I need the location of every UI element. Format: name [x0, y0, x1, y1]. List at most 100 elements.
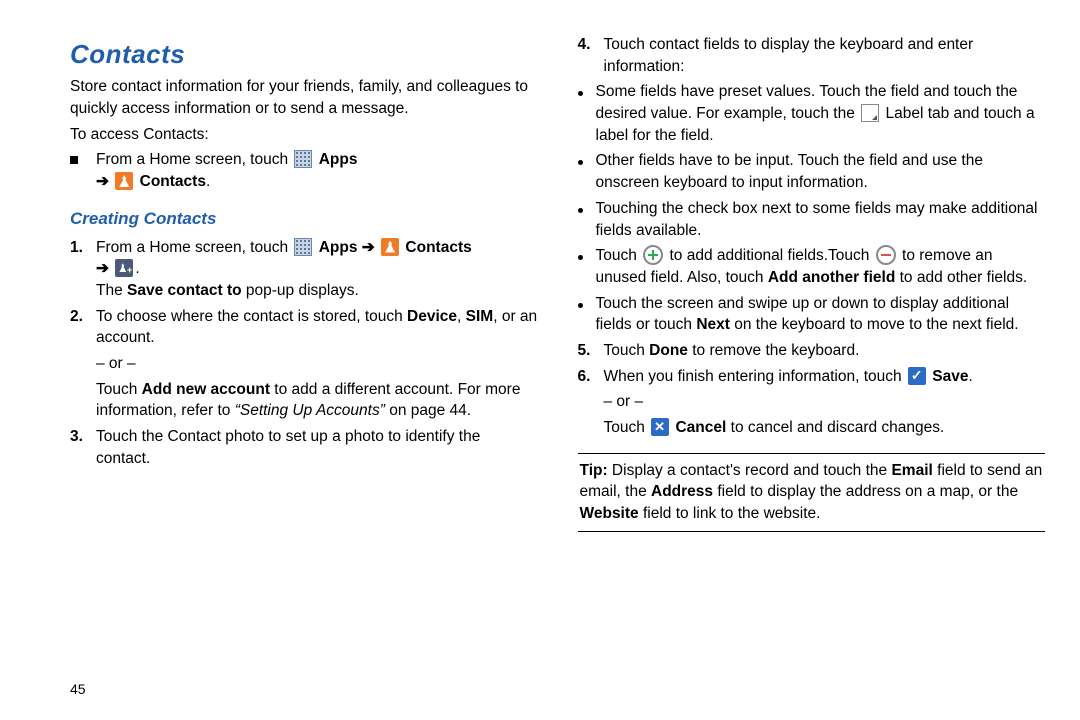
arrow-icon: ➔	[362, 239, 375, 256]
text: Add new account	[142, 381, 270, 398]
text: to cancel and discard changes.	[726, 419, 944, 436]
step-3: 3. Touch the Contact photo to set up a p…	[70, 426, 538, 469]
text: .	[206, 173, 210, 190]
cross-reference: “Setting Up Accounts”	[235, 402, 385, 419]
step-number: 1.	[70, 237, 96, 259]
text: to add additional fields.Touch	[669, 247, 873, 264]
bullet-5: Touch the screen and swipe up or down to…	[578, 293, 1046, 336]
text: Touch	[604, 342, 650, 359]
step-number: 4.	[578, 34, 604, 56]
bullet-marker	[578, 81, 596, 103]
intro-paragraph: Store contact information for your frien…	[70, 76, 538, 119]
text: Touch	[604, 419, 650, 436]
bullet-marker	[578, 245, 596, 267]
manual-page: Contacts Store contact information for y…	[0, 0, 1080, 720]
right-column: 4. Touch contact fields to display the k…	[578, 30, 1046, 700]
save-label: Save	[932, 368, 968, 385]
step-1: 1. From a Home screen, touch Apps ➔ Cont…	[70, 237, 538, 302]
text: to remove the keyboard.	[688, 342, 859, 359]
step-number: 2.	[70, 306, 96, 328]
cancel-icon	[651, 418, 669, 436]
text: to add other fields.	[895, 269, 1027, 286]
step-number: 5.	[578, 340, 604, 362]
label-dropdown-icon	[861, 104, 879, 122]
tip-label: Tip:	[580, 462, 608, 479]
section-title: Contacts	[70, 36, 538, 72]
save-icon	[908, 367, 926, 385]
or-divider: – or –	[604, 391, 1046, 413]
minus-icon	[876, 245, 896, 265]
step-body: From a Home screen, touch Apps ➔ Contact…	[96, 237, 538, 302]
text: Touch	[96, 381, 142, 398]
step-4: 4. Touch contact fields to display the k…	[578, 34, 1046, 77]
apps-label: Apps	[319, 151, 358, 168]
text: Address	[651, 483, 713, 500]
text: Email	[891, 462, 932, 479]
text: When you finish entering information, to…	[604, 368, 906, 385]
text: Touch	[596, 247, 642, 264]
cancel-label: Cancel	[675, 419, 726, 436]
text: ,	[457, 308, 466, 325]
tip-box: Tip: Display a contact's record and touc…	[578, 453, 1046, 532]
bullet-marker	[578, 198, 596, 220]
step-body: Touch Done to remove the keyboard.	[604, 340, 1046, 362]
bullet-marker	[578, 150, 596, 172]
text: pop-up displays.	[242, 282, 359, 299]
arrow-icon: ➔	[96, 173, 109, 190]
left-column: Contacts Store contact information for y…	[70, 30, 538, 700]
contacts-icon	[381, 238, 399, 256]
text: From a Home screen, touch	[96, 239, 292, 256]
bullet-1: Some fields have preset values. Touch th…	[578, 81, 1046, 146]
step-body: Touch the Contact photo to set up a phot…	[96, 426, 538, 469]
contacts-icon	[115, 172, 133, 190]
apps-icon	[294, 150, 312, 168]
text: The	[96, 282, 127, 299]
access-label: To access Contacts:	[70, 124, 538, 146]
bullet-body: Touch to add additional fields.Touch to …	[596, 245, 1046, 288]
step-6: 6. When you finish entering information,…	[578, 366, 1046, 439]
bullet-2: Other fields have to be input. Touch the…	[578, 150, 1046, 193]
text: field to link to the website.	[639, 505, 821, 522]
text: Add another field	[768, 269, 895, 286]
text: Display a contact's record and touch the	[608, 462, 892, 479]
text: Website	[580, 505, 639, 522]
contacts-label: Contacts	[140, 173, 206, 190]
bullet-body: Touch the screen and swipe up or down to…	[596, 293, 1046, 336]
add-contact-icon	[115, 259, 133, 277]
text: To choose where the contact is stored, t…	[96, 308, 407, 325]
bullet-4: Touch to add additional fields.Touch to …	[578, 245, 1046, 288]
step-2: 2. To choose where the contact is stored…	[70, 306, 538, 422]
text: field to display the address on a map, o…	[713, 483, 1018, 500]
bullet-marker	[578, 293, 596, 315]
creating-contacts-title: Creating Contacts	[70, 207, 538, 231]
text: Next	[696, 316, 730, 333]
text: .	[135, 260, 139, 277]
arrow-icon: ➔	[96, 260, 109, 277]
text: Device	[407, 308, 457, 325]
square-bullet	[70, 149, 96, 171]
page-number: 45	[70, 680, 86, 700]
text: SIM	[466, 308, 494, 325]
text: Done	[649, 342, 688, 359]
step-body: Touch contact fields to display the keyb…	[604, 34, 1046, 77]
step-body: To choose where the contact is stored, t…	[96, 306, 538, 422]
bullet-body: Touching the check box next to some fiel…	[596, 198, 1046, 241]
text: on page 44.	[385, 402, 471, 419]
text: on the keyboard to move to the next fiel…	[730, 316, 1019, 333]
step-number: 6.	[578, 366, 604, 388]
step-5: 5. Touch Done to remove the keyboard.	[578, 340, 1046, 362]
text: Save contact to	[127, 282, 242, 299]
apps-icon	[294, 238, 312, 256]
text: From a Home screen, touch	[96, 151, 292, 168]
text: .	[968, 368, 972, 385]
access-step: From a Home screen, touch Apps ➔ Contact…	[70, 149, 538, 192]
access-step-body: From a Home screen, touch Apps ➔ Contact…	[96, 149, 538, 192]
plus-icon	[643, 245, 663, 265]
apps-label: Apps	[319, 239, 358, 256]
step-number: 3.	[70, 426, 96, 448]
bullet-3: Touching the check box next to some fiel…	[578, 198, 1046, 241]
step-body: When you finish entering information, to…	[604, 366, 1046, 439]
contacts-label: Contacts	[405, 239, 471, 256]
bullet-body: Other fields have to be input. Touch the…	[596, 150, 1046, 193]
bullet-body: Some fields have preset values. Touch th…	[596, 81, 1046, 146]
